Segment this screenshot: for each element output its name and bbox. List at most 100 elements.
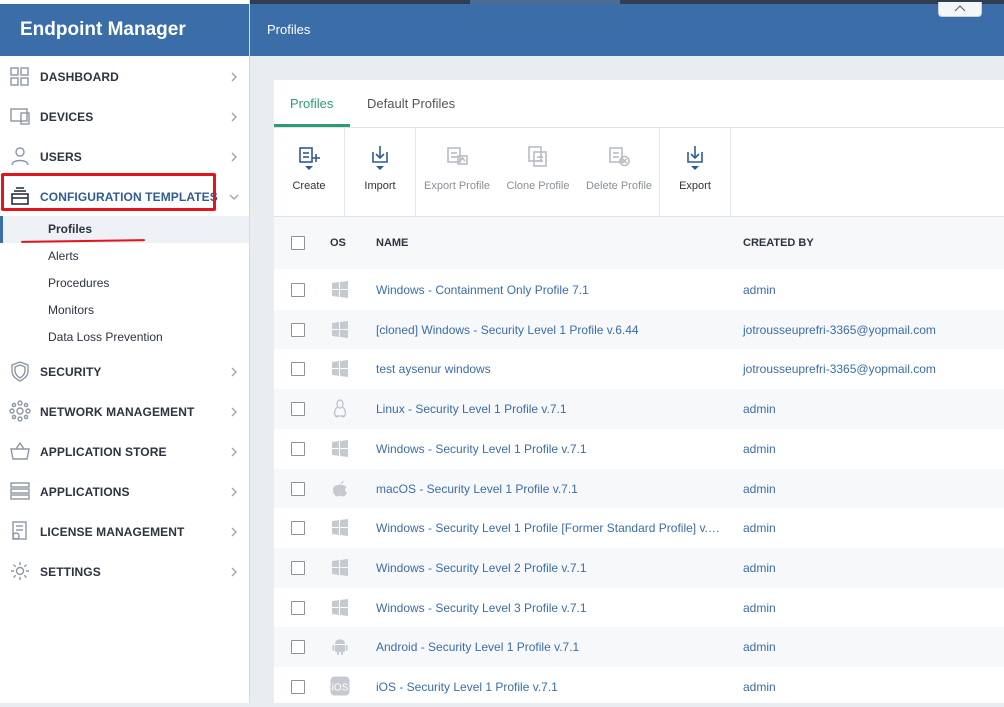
table-row[interactable]: macOS - Security Level 1 Profile v.7.1 ad… xyxy=(274,468,1004,509)
chevron-right-icon xyxy=(231,527,237,537)
sidebar-subitem-data-loss-prevention[interactable]: Data Loss Prevention xyxy=(0,324,249,351)
page-header: Profiles xyxy=(250,2,1004,56)
table-row[interactable]: Windows - Containment Only Profile 7.1 ad… xyxy=(274,270,1004,310)
sidebar-item-settings[interactable]: SETTINGS xyxy=(0,552,249,592)
created-by-link[interactable]: admin xyxy=(743,588,776,628)
android-icon xyxy=(332,639,348,656)
profile-name-link[interactable]: Windows - Containment Only Profile 7.1 xyxy=(376,270,589,310)
sidebar-item-users[interactable]: USERS xyxy=(0,137,249,177)
created-by-link[interactable]: admin xyxy=(743,548,776,588)
table-row[interactable]: Windows - Security Level 1 Profile v.7.1… xyxy=(274,429,1004,469)
sidebar-subitem-procedures[interactable]: Procedures xyxy=(0,270,249,297)
import-button[interactable]: Import xyxy=(345,128,416,216)
profile-name-link[interactable]: test aysenur windows xyxy=(376,349,491,389)
profile-name-link[interactable]: [cloned] Windows - Security Level 1 Prof… xyxy=(376,310,639,350)
sidebar-label-devices: DEVICES xyxy=(40,110,94,124)
sidebar-subitem-alerts[interactable]: Alerts xyxy=(0,243,249,270)
chevron-up-icon xyxy=(954,5,966,12)
delete-profile-button[interactable]: Delete Profile xyxy=(579,128,659,216)
sidebar-label-application-store: APPLICATION STORE xyxy=(40,445,167,459)
table-row[interactable]: test aysenur windows jotrousseuprefri-336… xyxy=(274,349,1004,389)
clone-profile-button[interactable]: Clone Profile xyxy=(497,128,579,216)
table-row[interactable]: Linux - Security Level 1 Profile v.7.1 ad… xyxy=(274,389,1004,429)
row-checkbox[interactable] xyxy=(291,322,305,337)
page-title: Profiles xyxy=(267,22,311,37)
profile-name-link[interactable]: Windows - Security Level 1 Profile [Form… xyxy=(376,508,721,548)
windows-icon xyxy=(332,320,348,338)
table-row[interactable]: [cloned] Windows - Security Level 1 Prof… xyxy=(274,309,1004,350)
created-by-link[interactable]: admin xyxy=(743,270,776,310)
store-basket-icon xyxy=(10,441,30,460)
created-by-link[interactable]: jotrousseuprefri-3365@yopmail.com xyxy=(743,349,936,389)
windows-icon xyxy=(332,281,348,298)
sidebar-label-settings: SETTINGS xyxy=(40,565,101,579)
row-checkbox[interactable] xyxy=(291,680,305,694)
delete-profile-icon xyxy=(609,147,630,167)
ios-icon: iOS xyxy=(330,676,350,696)
table-row[interactable]: Windows - Security Level 3 Profile v.7.1… xyxy=(274,588,1004,628)
export-button[interactable]: Export xyxy=(659,128,731,216)
sidebar-item-license-management[interactable]: LICENSE MANAGEMENT xyxy=(0,512,249,552)
created-by-link[interactable]: admin xyxy=(743,667,776,707)
table-row[interactable]: iOS iOS - Security Level 1 Profile v.7.1 a… xyxy=(274,667,1004,707)
sidebar-item-application-store[interactable]: APPLICATION STORE xyxy=(0,432,249,472)
row-checkbox[interactable] xyxy=(291,283,305,297)
created-by-link[interactable]: jotrousseuprefri-3365@yopmail.com xyxy=(743,310,936,350)
sidebar-label-license-management: LICENSE MANAGEMENT xyxy=(40,525,185,539)
sidebar-item-network-management[interactable]: NETWORK MANAGEMENT xyxy=(0,392,249,432)
sidebar-item-applications[interactable]: APPLICATIONS xyxy=(0,472,249,512)
active-tab-indicator xyxy=(274,124,350,127)
collapse-header-button[interactable] xyxy=(938,2,982,17)
table-row[interactable]: Windows - Security Level 1 Profile [Form… xyxy=(274,508,1004,548)
tab-profiles[interactable]: Profiles xyxy=(290,80,333,127)
red-highlight-box xyxy=(1,173,216,211)
created-by-link[interactable]: admin xyxy=(743,429,776,469)
gear-icon xyxy=(11,562,29,580)
row-checkbox[interactable] xyxy=(291,402,305,417)
export-profile-button[interactable]: Export Profile xyxy=(417,128,497,216)
column-header-name[interactable]: NAME xyxy=(376,217,408,269)
created-by-link[interactable]: admin xyxy=(743,627,776,667)
profile-name-link[interactable]: iOS - Security Level 1 Profile v.7.1 xyxy=(376,667,558,707)
chevron-right-icon xyxy=(231,407,237,417)
create-profile-icon xyxy=(299,147,320,170)
profile-name-link[interactable]: Android - Security Level 1 Profile v.7.1 xyxy=(376,627,579,667)
column-header-os[interactable]: OS xyxy=(330,217,346,269)
row-checkbox[interactable] xyxy=(291,521,305,536)
sidebar-item-devices[interactable]: DEVICES xyxy=(0,97,249,137)
sidebar-item-security[interactable]: SECURITY xyxy=(0,352,249,392)
sidebar: Endpoint Manager DASHBOARD DEVICES USERS… xyxy=(0,0,250,703)
created-by-link[interactable]: admin xyxy=(743,469,776,509)
export-profile-label: Export Profile xyxy=(423,180,491,192)
profile-name-link[interactable]: Windows - Security Level 1 Profile v.7.1 xyxy=(376,429,587,469)
created-by-link[interactable]: admin xyxy=(743,508,776,548)
chevron-right-icon xyxy=(231,447,237,457)
profile-name-link[interactable]: Linux - Security Level 1 Profile v.7.1 xyxy=(376,389,567,429)
sidebar-item-dashboard[interactable]: DASHBOARD xyxy=(0,57,249,97)
profile-name-link[interactable]: macOS - Security Level 1 Profile v.7.1 xyxy=(376,469,578,509)
profiles-panel: Profiles Default Profiles Create Import … xyxy=(274,80,1004,703)
select-all-checkbox[interactable] xyxy=(291,236,305,250)
sidebar-label-users: USERS xyxy=(40,150,82,164)
profile-name-link[interactable]: Windows - Security Level 2 Profile v.7.1 xyxy=(376,548,587,588)
row-checkbox[interactable] xyxy=(291,640,305,655)
sidebar-label-security: SECURITY xyxy=(40,365,102,379)
row-checkbox[interactable] xyxy=(291,600,305,615)
network-icon xyxy=(9,400,31,422)
windows-icon xyxy=(332,360,348,378)
sidebar-subitem-monitors[interactable]: Monitors xyxy=(0,297,249,324)
row-checkbox[interactable] xyxy=(291,362,305,377)
row-checkbox[interactable] xyxy=(291,560,305,575)
chevron-down-icon xyxy=(229,194,239,200)
table-row[interactable]: Android - Security Level 1 Profile v.7.1… xyxy=(274,627,1004,667)
license-icon xyxy=(12,521,27,540)
create-button[interactable]: Create xyxy=(274,128,345,216)
table-row[interactable]: Windows - Security Level 2 Profile v.7.1… xyxy=(274,547,1004,588)
created-by-link[interactable]: admin xyxy=(743,389,776,429)
row-checkbox[interactable] xyxy=(291,441,305,456)
export-profile-icon xyxy=(447,147,468,165)
column-header-created-by[interactable]: CREATED BY xyxy=(743,217,814,269)
tab-default-profiles[interactable]: Default Profiles xyxy=(367,80,455,127)
row-checkbox[interactable] xyxy=(291,481,305,496)
profile-name-link[interactable]: Windows - Security Level 3 Profile v.7.1 xyxy=(376,588,587,628)
